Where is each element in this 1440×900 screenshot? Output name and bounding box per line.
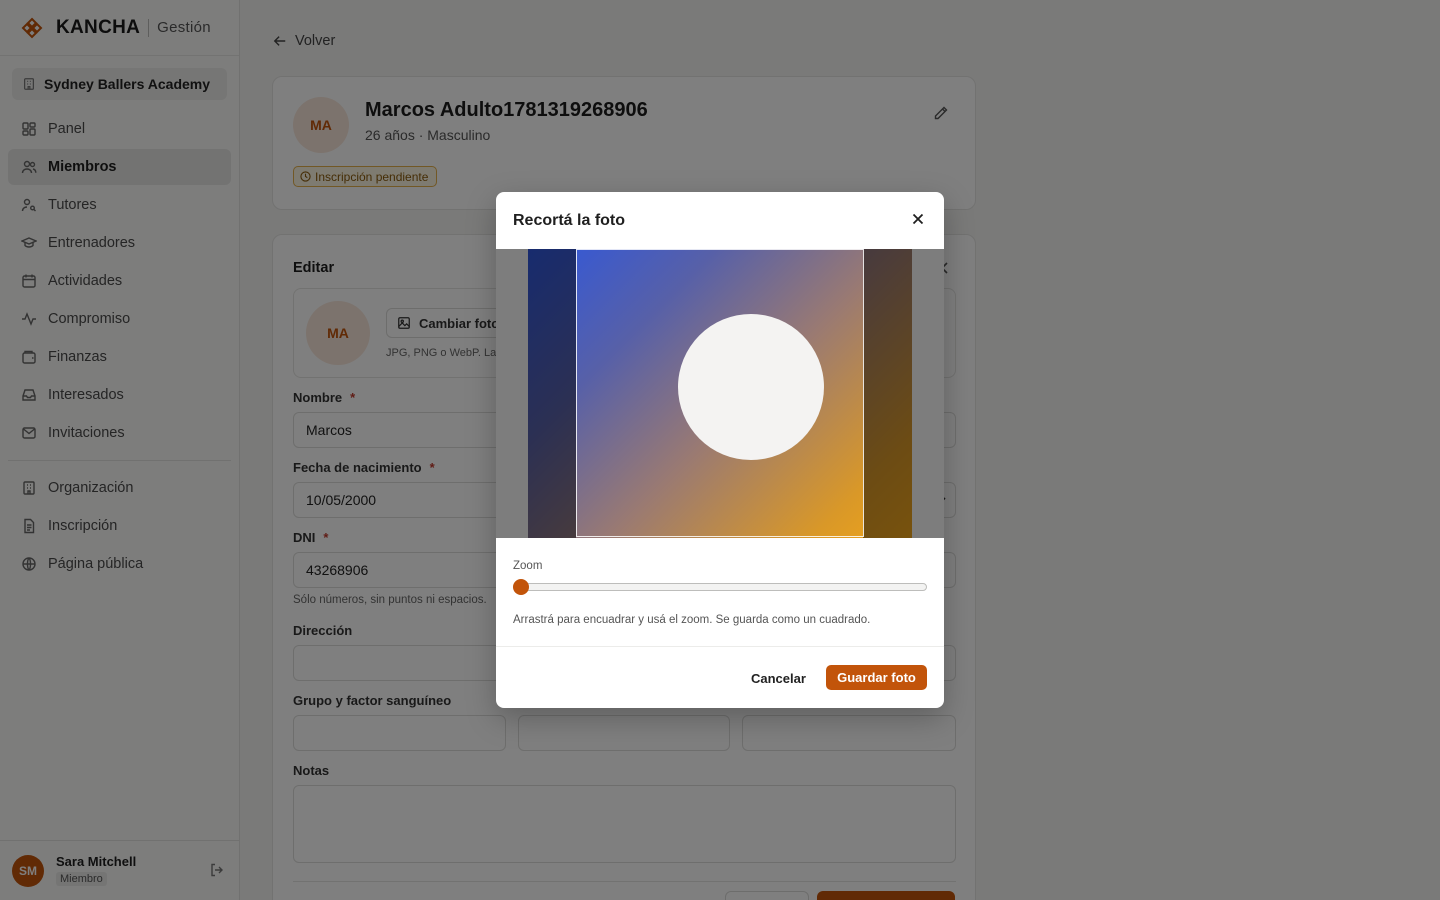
crop-photo-dialog: Recortá la foto Zoom Arrastrá para encua… [496,192,944,708]
zoom-label: Zoom [513,560,543,572]
crop-frame[interactable] [576,249,864,537]
crop-hint: Arrastrá para encuadrar y usá el zoom. S… [513,614,871,626]
save-photo-button[interactable]: Guardar foto [826,665,927,690]
zoom-slider[interactable] [513,583,927,591]
dialog-title: Recortá la foto [513,212,626,229]
zoom-slider-thumb[interactable] [513,579,529,595]
crop-area[interactable] [496,249,944,538]
crop-mask-left [528,249,576,538]
dialog-divider [496,646,944,647]
crop-mask-right [863,249,912,538]
cancel-button[interactable]: Cancelar [741,666,816,690]
close-icon[interactable] [912,213,924,225]
